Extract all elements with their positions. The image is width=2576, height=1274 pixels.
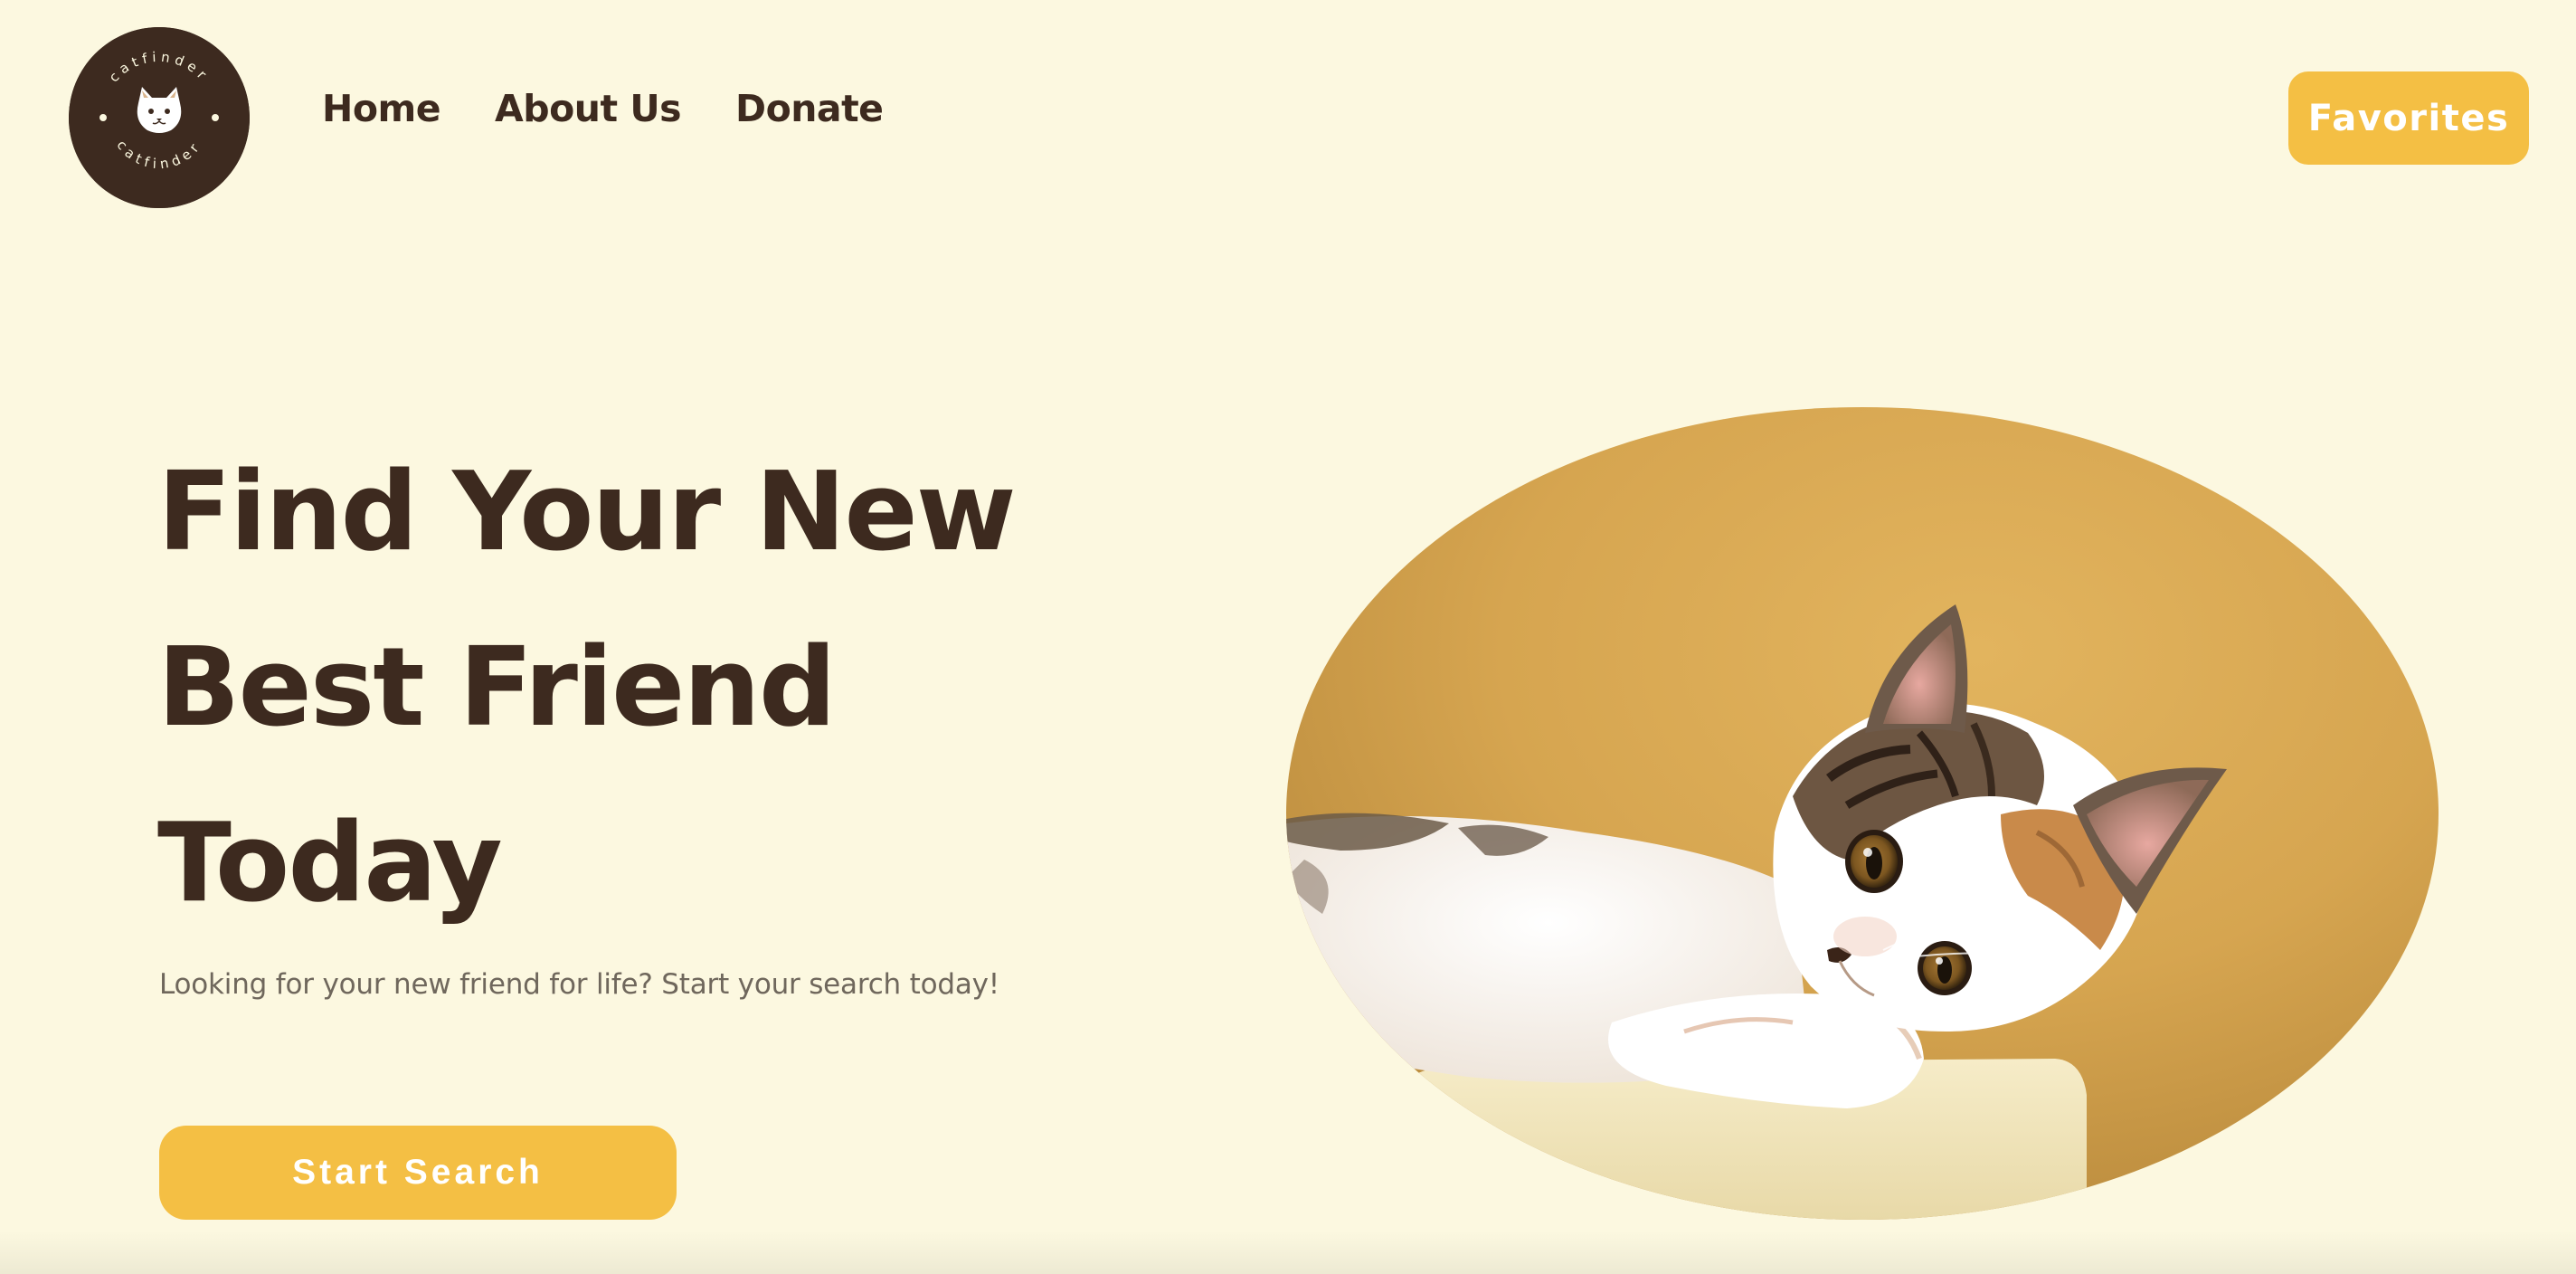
brand-logo[interactable]: catfinder catfinder: [69, 27, 250, 208]
hero-title-line-1: Find Your New: [157, 450, 1017, 575]
hero-title-line-2: Best Friend: [157, 625, 837, 751]
start-search-button[interactable]: Start Search: [159, 1126, 677, 1220]
nav-home[interactable]: Home: [322, 90, 441, 128]
nav-donate[interactable]: Donate: [735, 90, 884, 128]
kitten-photo: [1286, 407, 2439, 1220]
hero-subtitle: Looking for your new friend for life? St…: [159, 968, 1000, 1001]
hero-title-line-3: Today: [157, 801, 503, 927]
catfinder-logo-graphic: catfinder catfinder: [69, 27, 250, 208]
landing-page: catfinder catfinder Home About Us Donate…: [0, 0, 2576, 1274]
favorites-button[interactable]: Favorites: [2288, 71, 2529, 165]
bottom-shadow: [0, 1231, 2576, 1274]
main-nav: Home About Us Donate: [322, 90, 884, 128]
kitten-illustration: [1286, 407, 2439, 1220]
hero-title: Find Your New Best Friend Today: [157, 425, 1152, 952]
nav-about-us[interactable]: About Us: [495, 90, 682, 128]
